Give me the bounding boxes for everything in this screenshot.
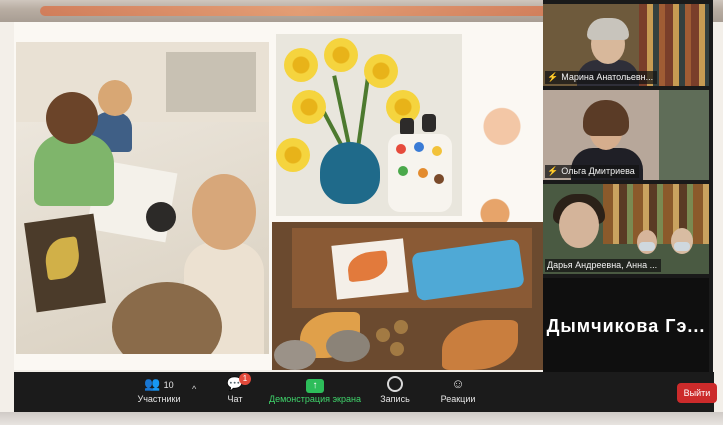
painting [24, 213, 106, 313]
share-screen-icon: ↑ [306, 379, 324, 393]
person-face [559, 202, 599, 248]
paint-cup [146, 202, 176, 232]
chevron-up-icon[interactable]: ^ [192, 384, 196, 394]
chat-bubble-icon: 💬 1 [210, 373, 260, 393]
monitor-bezel-bottom [0, 412, 723, 425]
share-screen-label: Демонстрация экрана [269, 394, 361, 404]
participant-tile[interactable]: ⚡ Ольга Дмитриева [543, 90, 709, 180]
child-body [34, 134, 114, 206]
participants-strip: ⚡ Марина Анатольевн... ⚡ Ольга Дмитриева Д… [543, 0, 713, 380]
person-hair [583, 100, 629, 136]
reactions-label: Реакции [440, 394, 476, 404]
record-icon [387, 376, 403, 392]
paint-dot [398, 166, 408, 176]
palette [388, 134, 452, 212]
participants-button[interactable]: 👥 10 Участники [124, 375, 194, 411]
shared-screen [14, 22, 544, 370]
daffodil [364, 54, 398, 88]
photo-autumn-leaves [272, 222, 544, 370]
leaf [442, 320, 518, 370]
participants-count: 10 [163, 380, 174, 390]
participant-name-text: Дарья Андреевна, Анна ... [547, 260, 658, 270]
muted-mic-icon: ⚡ [547, 72, 559, 82]
bookshelf [603, 184, 709, 244]
reactions-button[interactable]: ☺ Реакции [428, 375, 488, 411]
bezel-glare [40, 6, 560, 16]
participant-name-text: Ольга Дмитриева [561, 166, 635, 176]
participant-name: ⚡ Ольга Дмитриева [545, 165, 639, 178]
share-screen-button[interactable]: ↑ Демонстрация экрана [258, 375, 372, 411]
chat-button[interactable]: 💬 1 Чат [210, 373, 260, 411]
participant-tile[interactable]: Дымчикова Гэ... [543, 278, 709, 374]
participants-label: Участники [137, 394, 181, 404]
chestnut [390, 342, 404, 356]
stone [326, 330, 370, 362]
painted-leaf [346, 250, 390, 283]
face-mask [674, 242, 690, 251]
shelf [166, 52, 256, 112]
stone [274, 340, 316, 370]
child-head [192, 174, 256, 250]
participant-name: Дарья Андреевна, Анна ... [545, 259, 662, 272]
paint-dot [418, 168, 428, 178]
record-icon-wrap [370, 375, 420, 393]
record-button[interactable]: Запись [370, 375, 420, 411]
daffodil [292, 90, 326, 124]
child-head [46, 92, 98, 144]
participant-name-text: Марина Анатольевн... [561, 72, 654, 82]
chestnut [376, 328, 390, 342]
participant-name: ⚡ Марина Анатольевн... [545, 71, 658, 84]
daffodil [284, 48, 318, 82]
meeting-toolbar: 👥 10 Участники ^ 💬 1 Чат ↑ Демонстрация эк… [14, 372, 717, 412]
leave-button[interactable]: Выйти [677, 383, 717, 403]
chat-label: Чат [227, 394, 243, 404]
people-icon: 👥 10 [144, 376, 174, 391]
face-mask [639, 242, 655, 251]
photo-children-painting [16, 42, 269, 354]
child-head [98, 80, 132, 116]
paper [331, 238, 409, 300]
chat-badge: 1 [239, 373, 251, 385]
paint-dot [432, 146, 442, 156]
share-icon-wrap: ↑ [258, 375, 372, 393]
paint-dot [396, 144, 406, 154]
painted-leaf [42, 236, 82, 281]
vase [320, 142, 380, 204]
participant-tile[interactable]: Дарья Андреевна, Анна ... [543, 184, 709, 274]
paint-dot [414, 142, 424, 152]
daffodil [276, 138, 310, 172]
paint-dot [434, 174, 444, 184]
paint-jar [422, 114, 436, 132]
participant-tile[interactable]: ⚡ Марина Анатольевн... [543, 4, 709, 86]
participant-name-large: Дымчикова Гэ... [546, 315, 706, 336]
record-label: Запись [380, 394, 410, 404]
chestnut [394, 320, 408, 334]
muted-mic-icon: ⚡ [547, 166, 559, 176]
smiley-plus-icon: ☺ [451, 376, 465, 391]
person-hair [587, 18, 629, 40]
photo-daffodils [276, 34, 462, 216]
daffodil [324, 38, 358, 72]
